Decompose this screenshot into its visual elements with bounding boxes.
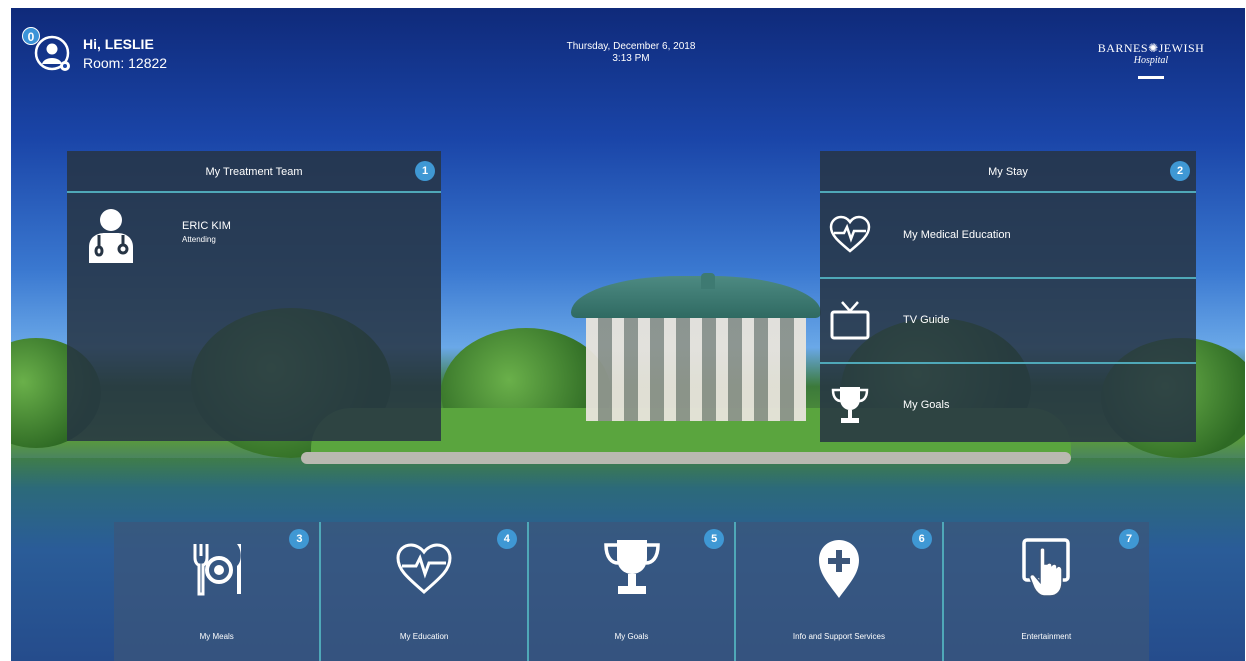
step-badge: 7: [1119, 529, 1140, 549]
step-badge: 2: [1170, 161, 1190, 181]
meal-icon: [193, 544, 241, 596]
doctor-icon: [89, 209, 133, 263]
logo-subtext: Hospital: [1133, 55, 1169, 66]
tile-label: My Education: [399, 632, 449, 641]
step-badge: 4: [496, 529, 517, 549]
main-menu-tiles: 3 My Meals 4 My Education 5 My Goals 6 I…: [114, 522, 1150, 661]
stay-item-tv-guide[interactable]: TV Guide: [820, 280, 1196, 364]
tile-label: My Meals: [199, 632, 234, 641]
tablet-touch-icon: [1022, 538, 1071, 597]
header-bar: 0 Hi, LESLIE Room: 12822 Thursday, Decem…: [11, 8, 1245, 88]
step-badge: 1: [415, 161, 435, 181]
panel-title: My Treatment Team: [205, 166, 303, 178]
member-name: ERIC KIM: [182, 220, 231, 232]
user-settings-icon[interactable]: [34, 35, 72, 73]
tile-label: Entertainment: [1021, 632, 1072, 641]
hospital-logo: BARNES✺JEWISH Hospital: [1096, 41, 1206, 84]
heartbeat-icon: [829, 215, 871, 253]
heartbeat-icon: [396, 543, 452, 594]
home-screen: 0 Hi, LESLIE Room: 12822 Thursday, Decem…: [11, 8, 1245, 661]
team-member-card[interactable]: ERIC KIM Attending: [85, 207, 425, 267]
tile-my-education[interactable]: 4 My Education: [321, 522, 529, 661]
panel-header: My Treatment Team 1: [67, 151, 441, 193]
tile-info-support[interactable]: 6 Info and Support Services: [736, 522, 944, 661]
tile-label: Info and Support Services: [792, 632, 885, 641]
tile-my-meals[interactable]: 3 My Meals: [114, 522, 322, 661]
tile-my-goals[interactable]: 5 My Goals: [528, 522, 737, 661]
panel-header: My Stay 2: [820, 151, 1196, 193]
stay-item-label: My Goals: [903, 399, 950, 411]
notification-badge[interactable]: 0: [22, 27, 40, 45]
stay-item-my-goals[interactable]: My Goals: [820, 365, 1196, 449]
my-stay-panel: My Stay 2 My Medical Education TV Guide: [820, 151, 1196, 442]
step-badge: 3: [289, 529, 310, 549]
stay-item-label: My Medical Education: [903, 229, 1011, 241]
logo-text: BARNES✺JEWISH: [1097, 41, 1205, 55]
tile-label: My Goals: [614, 632, 649, 641]
step-badge: 5: [704, 529, 725, 549]
current-time: 3:13 PM: [612, 53, 650, 64]
location-plus-icon: [818, 540, 859, 598]
room-number: Room: 12822: [83, 55, 168, 71]
tv-icon: [830, 301, 870, 340]
tile-entertainment[interactable]: 7 Entertainment: [943, 522, 1150, 661]
panel-title: My Stay: [988, 166, 1028, 178]
treatment-team-panel: My Treatment Team 1 ERIC KIM Attending: [67, 151, 441, 441]
stay-item-label: TV Guide: [903, 314, 950, 326]
greeting-text: Hi, LESLIE: [83, 36, 154, 52]
trophy-icon: [603, 540, 660, 594]
stay-item-medical-education[interactable]: My Medical Education: [820, 195, 1196, 279]
trophy-icon: [831, 387, 869, 423]
step-badge: 6: [911, 529, 932, 549]
member-role: Attending: [182, 235, 216, 244]
current-date: Thursday, December 6, 2018: [566, 41, 696, 52]
